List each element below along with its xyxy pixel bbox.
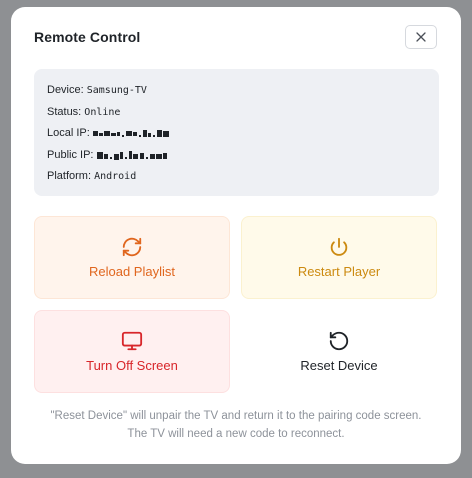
local-ip-redacted-value <box>92 130 169 138</box>
refresh-icon <box>122 237 142 257</box>
public-ip-redacted-value <box>96 150 167 160</box>
close-button[interactable] <box>405 25 437 49</box>
restart-player-button[interactable]: Restart Player <box>241 216 437 299</box>
info-row-local-ip: Local IP: <box>47 126 426 148</box>
reset-device-label: Reset Device <box>300 358 378 373</box>
device-info-panel: Device: Samsung-TV Status: Online Local … <box>34 69 439 196</box>
close-icon <box>416 32 426 42</box>
local-ip-label: Local IP: <box>47 127 93 139</box>
reload-playlist-label: Reload Playlist <box>89 264 175 279</box>
power-icon <box>330 237 348 256</box>
device-value: Samsung-TV <box>86 85 147 96</box>
reset-warning-line-2: The TV will need a new code to reconnect… <box>127 428 345 440</box>
monitor-icon <box>121 331 143 351</box>
info-row-status: Status: Online <box>47 105 426 127</box>
turn-off-screen-button[interactable]: Turn Off Screen <box>34 310 230 393</box>
status-label: Status: <box>47 105 85 118</box>
public-ip-label: Public IP: <box>47 148 97 161</box>
dialog-title: Remote Control <box>34 29 141 45</box>
info-row-device: Device: Samsung-TV <box>47 83 426 105</box>
remote-control-dialog: Remote Control Device: Samsung-TV Status… <box>11 7 461 464</box>
restart-player-label: Restart Player <box>297 264 381 279</box>
platform-value: Android <box>94 171 137 182</box>
platform-label: Platform: <box>47 170 95 182</box>
reset-device-button[interactable]: Reset Device <box>241 310 437 393</box>
reset-warning-note: "Reset Device" will unpair the TV and re… <box>11 407 461 443</box>
reload-playlist-button[interactable]: Reload Playlist <box>34 216 230 299</box>
rotate-ccw-icon <box>329 331 349 351</box>
reset-warning-line-1: "Reset Device" will unpair the TV and re… <box>50 410 422 422</box>
info-row-public-ip: Public IP: <box>47 148 426 170</box>
info-row-platform: Platform: Android <box>47 169 426 191</box>
status-value: Online <box>84 106 121 118</box>
turn-off-screen-label: Turn Off Screen <box>86 358 178 373</box>
device-label: Device: <box>47 84 87 96</box>
